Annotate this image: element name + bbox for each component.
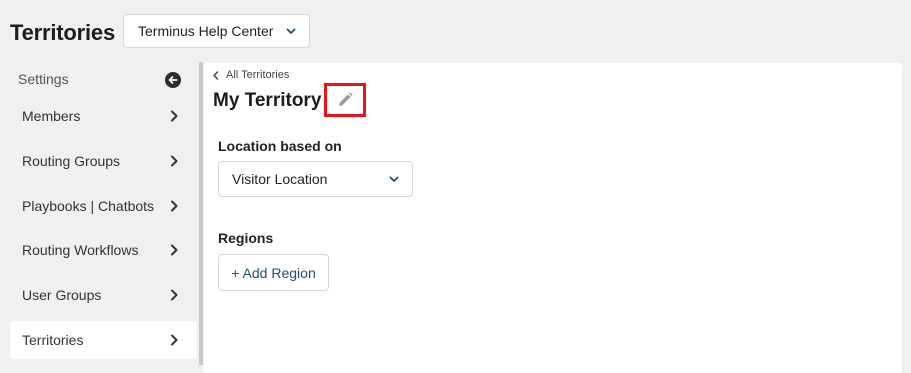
location-label: Location based on: [218, 138, 342, 154]
sidebar-item-label: Routing Groups: [22, 153, 121, 169]
add-region-button[interactable]: + Add Region: [218, 254, 329, 291]
sidebar-item-user-groups[interactable]: User Groups: [10, 276, 197, 314]
chevron-down-icon: [286, 28, 296, 34]
regions-label: Regions: [218, 230, 274, 246]
sidebar-item-playbooks-chatbots[interactable]: Playbooks | Chatbots: [10, 187, 197, 225]
arrow-left-circle-icon[interactable]: [165, 72, 181, 88]
chevron-left-icon: [213, 70, 219, 80]
sidebar-item-routing-groups[interactable]: Routing Groups: [10, 142, 197, 180]
sidebar-item-members[interactable]: Members: [10, 97, 197, 135]
sidebar-item-label: Members: [22, 108, 81, 124]
edit-name-button[interactable]: [324, 83, 366, 117]
org-select-value: Terminus Help Center: [138, 23, 274, 39]
sidebar-item-territories[interactable]: Territories: [10, 321, 197, 359]
pencil-icon: [339, 92, 353, 106]
page-title: Territories: [10, 20, 115, 45]
chevron-right-icon: [171, 110, 178, 122]
back-link-label: All Territories: [226, 69, 290, 81]
chevron-right-icon: [171, 244, 178, 256]
sidebar-item-label: Playbooks | Chatbots: [22, 198, 155, 214]
sidebar-item-routing-workflows[interactable]: Routing Workflows: [10, 231, 197, 269]
back-link[interactable]: All Territories: [212, 69, 289, 81]
territory-panel: All Territories My Territory Location ba…: [204, 63, 902, 373]
chevron-right-icon: [171, 289, 178, 301]
chevron-right-icon: [171, 155, 178, 167]
sidebar: Settings Members Routing Groups Playbook…: [0, 62, 200, 365]
location-select-value: Visitor Location: [232, 171, 328, 187]
chevron-right-icon: [171, 334, 178, 346]
org-select[interactable]: Terminus Help Center: [123, 14, 310, 48]
location-select[interactable]: Visitor Location: [218, 161, 413, 197]
sidebar-item-label: Routing Workflows: [22, 242, 139, 258]
sidebar-divider[interactable]: [199, 62, 203, 365]
sidebar-title: Settings: [18, 71, 69, 87]
sidebar-item-label: User Groups: [22, 287, 102, 303]
chevron-right-icon: [171, 200, 178, 212]
sidebar-item-label: Territories: [22, 332, 84, 348]
territory-name: My Territory: [213, 90, 322, 111]
chevron-down-icon: [389, 176, 399, 182]
